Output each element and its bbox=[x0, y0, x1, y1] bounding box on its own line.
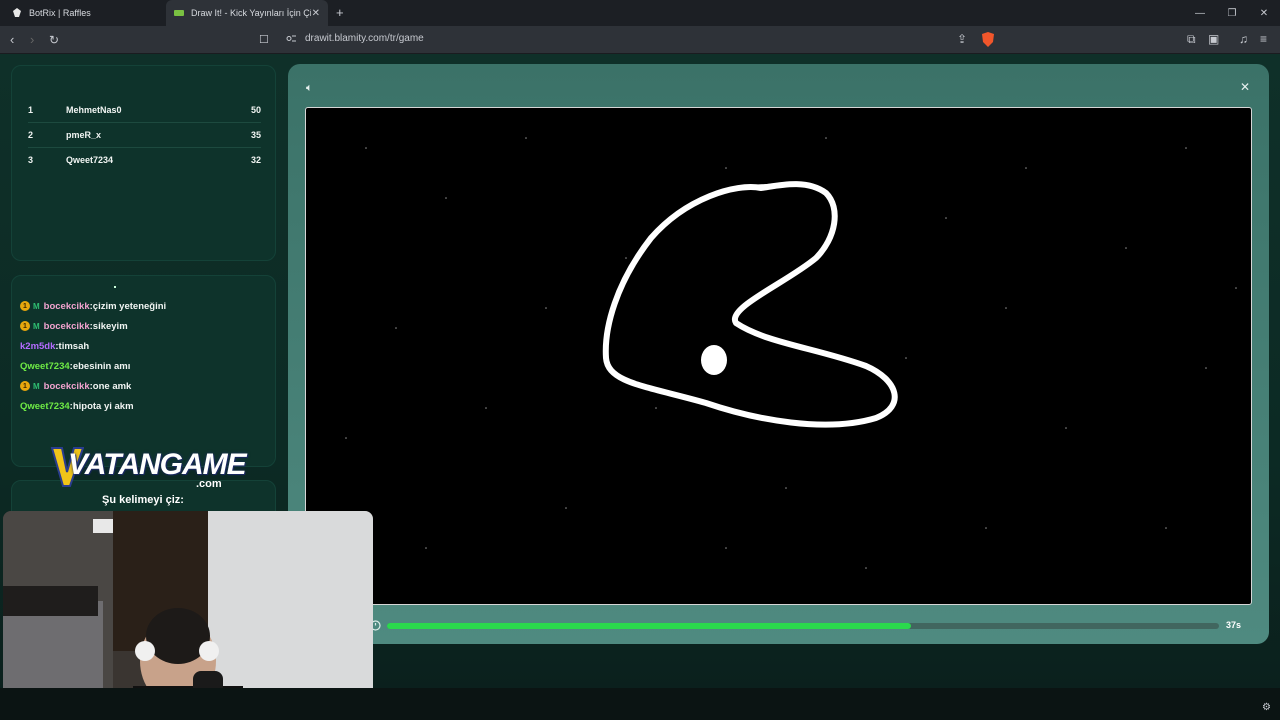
drawn-dot bbox=[701, 345, 727, 375]
tab-botrix[interactable]: BotRix | Raffles bbox=[4, 0, 164, 26]
chat-dot bbox=[114, 286, 116, 288]
player-name: pmeR_x bbox=[66, 130, 102, 140]
forward-icon[interactable]: › bbox=[30, 32, 34, 48]
bottom-strip bbox=[0, 688, 1280, 720]
vatangame-logo: VATANGAME .com bbox=[50, 444, 247, 494]
chat-panel: 1 M bocekcikk :çizim yeteneğini 1 M boce… bbox=[11, 275, 276, 467]
address-bar-row: ‹ › ↻ ☐ drawit.blamity.com/tr/game ⇪ ⧉ ▣… bbox=[0, 26, 1280, 54]
word-prompt-label: Şu kelimeyi çiz: bbox=[102, 494, 184, 506]
rank: 1 bbox=[28, 104, 34, 115]
chat-username[interactable]: bocekcikk bbox=[44, 301, 90, 312]
url-text: drawit.blamity.com/tr/game bbox=[305, 33, 424, 44]
music-icon[interactable]: ♫ bbox=[1239, 32, 1248, 46]
tab-title: Draw It! - Kick Yayınları İçin Çizim bbox=[191, 8, 311, 18]
close-game-icon[interactable]: ✕ bbox=[1240, 80, 1250, 94]
chat-message: 1 M bocekcikk :sikeyim bbox=[20, 318, 128, 334]
reload-icon[interactable]: ↻ bbox=[49, 32, 59, 48]
chat-username[interactable]: Qweet7234 bbox=[20, 401, 70, 412]
sound-icon[interactable]: 🔈︎ bbox=[306, 82, 313, 95]
drawing-canvas[interactable] bbox=[305, 107, 1252, 605]
chat-message: Qweet7234 :hipota yi akm bbox=[20, 398, 134, 414]
player-name: Qweet7234 bbox=[66, 155, 114, 165]
bookmark-icon[interactable]: ☐ bbox=[259, 32, 269, 48]
timer-progress-bar bbox=[387, 623, 1219, 629]
brave-shield-icon[interactable] bbox=[981, 32, 995, 47]
drawing bbox=[345, 137, 1237, 569]
rank: 3 bbox=[28, 155, 34, 165]
score: 50 bbox=[250, 104, 261, 115]
drawn-stroke-detail bbox=[735, 183, 779, 191]
url-bar[interactable]: drawit.blamity.com/tr/game bbox=[286, 33, 424, 44]
sub-badge-icon: 1 bbox=[20, 321, 30, 331]
logo-domain: .com bbox=[196, 478, 222, 490]
chat-text: :timsah bbox=[55, 340, 90, 352]
settings-icon[interactable]: ⚙ bbox=[1262, 702, 1271, 713]
chat-username[interactable]: k2m5dk bbox=[20, 341, 55, 352]
mod-badge-icon: M bbox=[33, 301, 40, 311]
mod-badge-icon: M bbox=[33, 381, 40, 391]
chat-text: :ebesinin amı bbox=[69, 360, 131, 372]
chat-username[interactable]: Qweet7234 bbox=[20, 361, 70, 372]
sub-badge-icon: 1 bbox=[20, 381, 30, 391]
chat-message: 1 M bocekcikk :çizim yeteneğini bbox=[20, 298, 166, 314]
chat-text: :çizim yeteneğini bbox=[89, 300, 167, 312]
leaderboard-row: 1 MehmetNas0 50 bbox=[28, 97, 261, 122]
tab-close-icon[interactable]: ✕ bbox=[312, 8, 320, 19]
sub-badge-icon: 1 bbox=[20, 301, 30, 311]
mod-badge-icon: M bbox=[33, 321, 40, 331]
tab-bar: BotRix | Raffles Draw It! - Kick Yayınla… bbox=[0, 0, 1280, 26]
rank: 2 bbox=[28, 130, 34, 140]
chat-message: k2m5dk :timsah bbox=[20, 338, 89, 354]
leaderboard-row: 3 Qweet7234 32 bbox=[28, 147, 261, 172]
chat-text: :sikeyim bbox=[89, 320, 128, 332]
close-window-icon[interactable]: ✕ bbox=[1248, 0, 1280, 26]
timer-progress-fill bbox=[387, 623, 912, 629]
leaderboard-panel: 1 MehmetNas0 50 2 pmeR_x 35 3 Qweet7234 … bbox=[11, 65, 276, 261]
canvas-speckles bbox=[345, 137, 1237, 569]
botrix-icon bbox=[13, 8, 21, 17]
leaderboard-row: 2 pmeR_x 35 bbox=[28, 122, 261, 147]
restore-icon[interactable]: ❐ bbox=[1216, 0, 1248, 26]
chat-text: :one amk bbox=[89, 380, 132, 392]
chat-message: 1 M bocekcikk :one amk bbox=[20, 378, 131, 394]
share-icon[interactable]: ⇪ bbox=[957, 32, 967, 46]
minimize-icon[interactable]: — bbox=[1184, 0, 1216, 26]
tab-drawit[interactable]: Draw It! - Kick Yayınları İçin Çizim ✕ bbox=[166, 0, 328, 26]
player-name: MehmetNas0 bbox=[66, 104, 122, 115]
new-tab-button[interactable]: + bbox=[336, 5, 344, 20]
timer-text: 37s bbox=[1226, 620, 1242, 630]
chat-message: Qweet7234 :ebesinin amı bbox=[20, 358, 130, 374]
chat-username[interactable]: bocekcikk bbox=[44, 381, 90, 392]
chat-text: :hipota yi akm bbox=[69, 400, 134, 412]
window-controls: — ❐ ✕ bbox=[1184, 0, 1280, 26]
drawn-stroke bbox=[602, 181, 898, 428]
extensions-icon[interactable]: ⧉ bbox=[1187, 32, 1196, 47]
tab-title: BotRix | Raffles bbox=[29, 8, 91, 18]
score: 32 bbox=[250, 155, 261, 165]
chat-username[interactable]: bocekcikk bbox=[44, 321, 90, 332]
score: 35 bbox=[250, 130, 261, 140]
sidebar-icon[interactable]: ▣ bbox=[1208, 32, 1219, 46]
menu-icon[interactable]: ≡ bbox=[1260, 32, 1267, 46]
site-info-icon[interactable] bbox=[286, 33, 297, 44]
drawit-icon bbox=[174, 10, 184, 16]
back-icon[interactable]: ‹ bbox=[10, 32, 14, 48]
logo-text: VATANGAME bbox=[68, 448, 247, 481]
